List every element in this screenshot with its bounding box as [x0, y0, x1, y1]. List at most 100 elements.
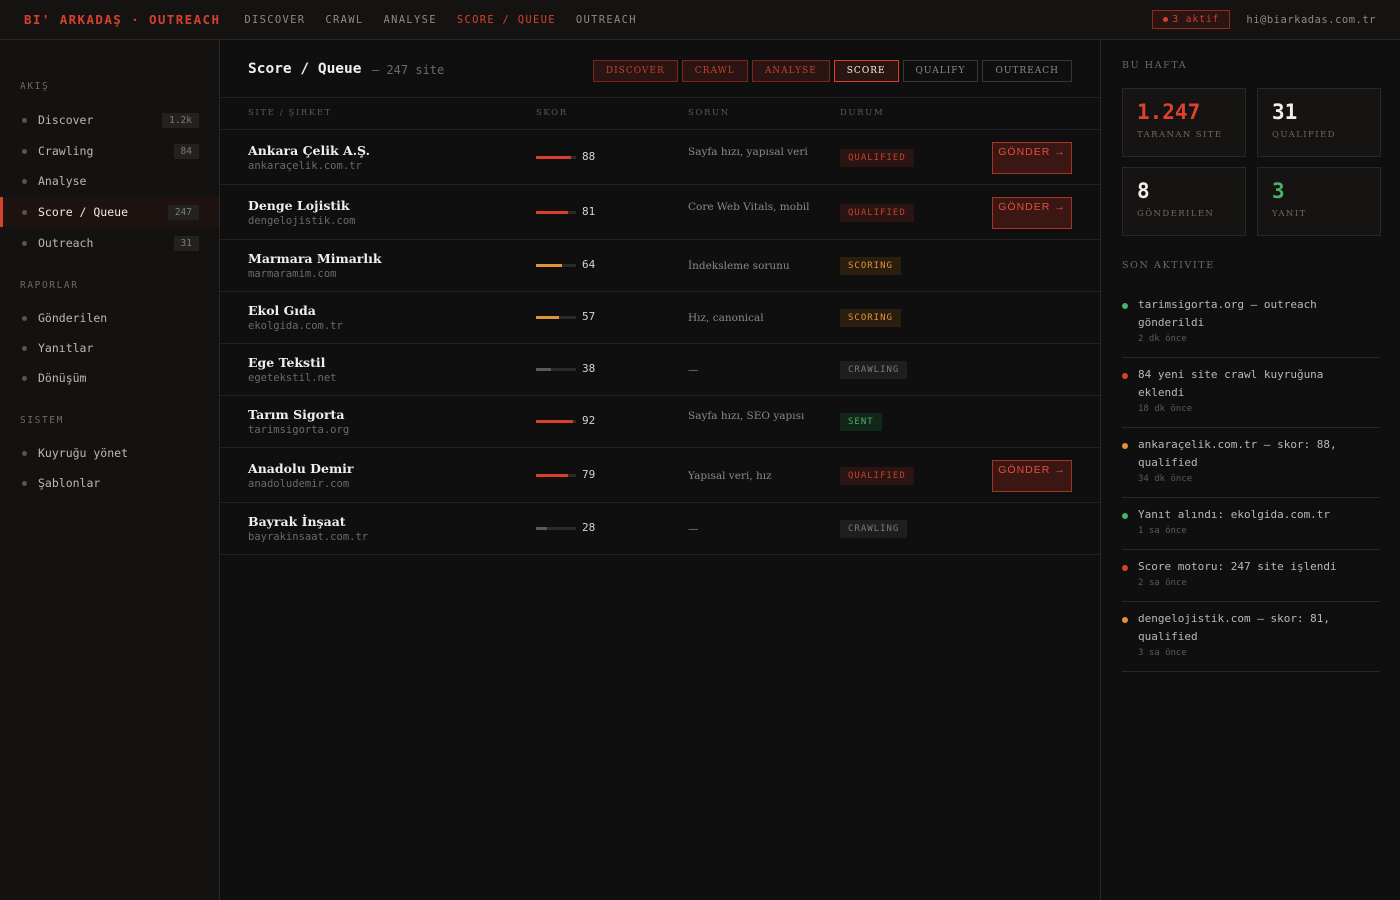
status-badge: SCORING	[840, 309, 901, 327]
sidebar: AKIŞ Discover 1.2k Crawling 84 Analyse Sco…	[0, 40, 220, 900]
right-panel: BU HAFTA 1.247 TARANAN SITE 31 QUALIFIED…	[1100, 40, 1400, 900]
table-row[interactable]: Denge Lojistik dengelojistik.com 81 Core We…	[220, 185, 1100, 240]
activity-time: 3 sa önce	[1138, 648, 1187, 658]
activity-item[interactable]: 84 yeni site crawl kuyruğuna eklendi 18 d…	[1122, 366, 1380, 428]
sidebar-item-sablonlar[interactable]: Şablonlar	[0, 468, 219, 498]
sidebar-item-count: 247	[167, 204, 199, 220]
topnav-discover[interactable]: DISCOVER	[244, 14, 305, 26]
topnav-outreach[interactable]: OUTREACH	[576, 14, 637, 26]
sidebar-item-discover[interactable]: Discover 1.2k	[0, 105, 219, 135]
site-name[interactable]: Bayrak İnşaat	[248, 514, 346, 529]
site-domain[interactable]: egetekstil.net	[248, 372, 337, 384]
pipeline-step-qualify[interactable]: QUALIFY	[902, 60, 979, 82]
activity-item[interactable]: ankaraçelik.com.tr — skor: 88, qualified…	[1122, 436, 1380, 498]
sidebar-item-label: Analyse	[38, 174, 87, 188]
pipeline-step-discover[interactable]: DISCOVER	[592, 60, 678, 82]
site-domain[interactable]: anadoludemir.com	[248, 478, 349, 490]
stat-card-qualified: 31 QUALIFIED	[1257, 88, 1381, 157]
site-domain[interactable]: ankaraçelik.com.tr	[248, 160, 362, 172]
column-header-site[interactable]: SITE / ŞIRKET	[248, 108, 332, 118]
status-badge: SCORING	[840, 257, 901, 275]
activity-item[interactable]: Score motoru: 247 site işlendi 2 sa önce	[1122, 558, 1380, 602]
site-domain[interactable]: ekolgida.com.tr	[248, 320, 343, 332]
status-badge: QUALIFIED	[840, 203, 914, 222]
stat-label: QUALIFIED	[1272, 130, 1336, 140]
pipeline-step-crawl[interactable]: CRAWL	[681, 60, 748, 82]
site-name[interactable]: Ekol Gıda	[248, 303, 316, 318]
table-row[interactable]: Marmara Mimarlık marmaramim.com 64 İndeksle…	[220, 240, 1100, 292]
stat-value: 31	[1272, 100, 1298, 124]
send-button[interactable]: GÖNDER →	[992, 196, 1072, 229]
column-header-status[interactable]: DURUM	[840, 108, 884, 118]
table-row[interactable]: Bayrak İnşaat bayrakinsaat.com.tr 28 — CRAWL…	[220, 503, 1100, 555]
site-domain[interactable]: tarimsigorta.org	[248, 424, 349, 436]
table-row[interactable]: Ekol Gıda ekolgida.com.tr 57 Hız, canonical…	[220, 292, 1100, 344]
score-value: 28	[582, 521, 596, 534]
sidebar-item-kuyrugu-yonet[interactable]: Kuyruğu yönet	[0, 438, 219, 468]
pipeline-step-outreach[interactable]: OUTREACH	[982, 60, 1072, 82]
site-name[interactable]: Marmara Mimarlık	[248, 251, 382, 266]
table-row[interactable]: Ege Tekstil egetekstil.net 38 — CRAWLING	[220, 344, 1100, 396]
table-row[interactable]: Anadolu Demir anadoludemir.com 79 Yapısal v…	[220, 448, 1100, 503]
activity-dot-icon	[1122, 443, 1128, 449]
bullet-icon	[22, 178, 27, 184]
activity-dot-icon	[1122, 617, 1128, 623]
sidebar-item-gonderilen[interactable]: Gönderilen	[0, 303, 219, 333]
site-domain[interactable]: bayrakinsaat.com.tr	[248, 531, 368, 543]
status-badge: QUALIFIED	[840, 466, 914, 485]
score-bar	[536, 264, 576, 267]
bullet-icon	[22, 375, 27, 381]
sidebar-item-analyse[interactable]: Analyse	[0, 166, 219, 196]
pipeline-step-analyse[interactable]: ANALYSE	[751, 60, 830, 82]
sidebar-section-title: SISTEM	[20, 415, 64, 426]
brand-logo[interactable]: BI' ARKADAŞ · OUTREACH	[24, 12, 220, 27]
activity-item[interactable]: tarimsigorta.org — outreach gönderildi 2 …	[1122, 296, 1380, 358]
status-badge: CRAWLING	[840, 361, 908, 379]
sidebar-item-score-queue[interactable]: Score / Queue 247	[0, 197, 219, 227]
sidebar-section-title: RAPORLAR	[20, 280, 79, 291]
column-header-issue[interactable]: SORUN	[688, 108, 730, 118]
main-header: Score / Queue — 247 site DISCOVER CRAWL …	[220, 40, 1100, 98]
activity-text: 84 yeni site crawl kuyruğuna eklendi	[1138, 368, 1324, 399]
pipeline-step-score[interactable]: SCORE	[833, 60, 899, 82]
bullet-icon	[22, 209, 27, 215]
site-name[interactable]: Anadolu Demir	[248, 461, 354, 476]
topnav-score-queue[interactable]: SCORE / QUEUE	[457, 14, 556, 26]
site-name[interactable]: Tarım Sigorta	[248, 407, 344, 422]
sidebar-item-crawling[interactable]: Crawling 84	[0, 136, 219, 166]
score-value: 81	[582, 204, 596, 218]
sidebar-item-label: Outreach	[38, 236, 94, 250]
site-name[interactable]: Denge Lojistik	[248, 198, 350, 213]
score-bar-fill	[536, 210, 569, 214]
activity-dot-icon	[1122, 373, 1128, 379]
issue-text: Core Web Vitals, mobil	[688, 200, 810, 213]
column-header-score[interactable]: SKOR	[536, 108, 568, 118]
table-row[interactable]: Ankara Çelik A.Ş. ankaraçelik.com.tr 88 Say…	[220, 130, 1100, 185]
score-bar	[536, 316, 576, 319]
site-domain[interactable]: dengelojistik.com	[248, 215, 355, 227]
topnav-analyse[interactable]: ANALYSE	[383, 14, 436, 26]
site-domain[interactable]: marmaramim.com	[248, 268, 337, 280]
stat-label: TARANAN SITE	[1137, 130, 1223, 140]
site-name[interactable]: Ankara Çelik A.Ş.	[248, 143, 370, 158]
sidebar-item-yanitlar[interactable]: Yanıtlar	[0, 333, 219, 363]
sidebar-item-donusum[interactable]: Dönüşüm	[0, 363, 219, 393]
activity-dot-icon	[1122, 513, 1128, 519]
topnav-crawl[interactable]: CRAWL	[325, 14, 363, 26]
activity-title: SON AKTIVITE	[1122, 260, 1215, 271]
sidebar-item-outreach[interactable]: Outreach 31	[0, 228, 219, 258]
stat-card-replies: 3 YANIT	[1257, 167, 1381, 236]
activity-item[interactable]: Yanıt alındı: ekolgida.com.tr 1 sa önce	[1122, 506, 1380, 550]
status-dot-icon	[1163, 17, 1169, 22]
sidebar-item-label: Dönüşüm	[38, 371, 87, 385]
site-name[interactable]: Ege Tekstil	[248, 355, 325, 370]
score-value: 88	[582, 149, 596, 163]
active-jobs-badge[interactable]: 3 aktif	[1152, 10, 1231, 29]
send-button[interactable]: GÖNDER →	[992, 459, 1072, 492]
stat-label: YANIT	[1272, 209, 1307, 219]
send-button[interactable]: GÖNDER →	[992, 141, 1072, 174]
activity-item[interactable]: dengelojistik.com — skor: 81, qualified 3…	[1122, 610, 1380, 672]
user-email[interactable]: hi@biarkadas.com.tr	[1246, 14, 1376, 26]
top-right: 3 aktif hi@biarkadas.com.tr	[1152, 10, 1376, 29]
table-row[interactable]: Tarım Sigorta tarimsigorta.org 92 Sayfa hız…	[220, 396, 1100, 448]
